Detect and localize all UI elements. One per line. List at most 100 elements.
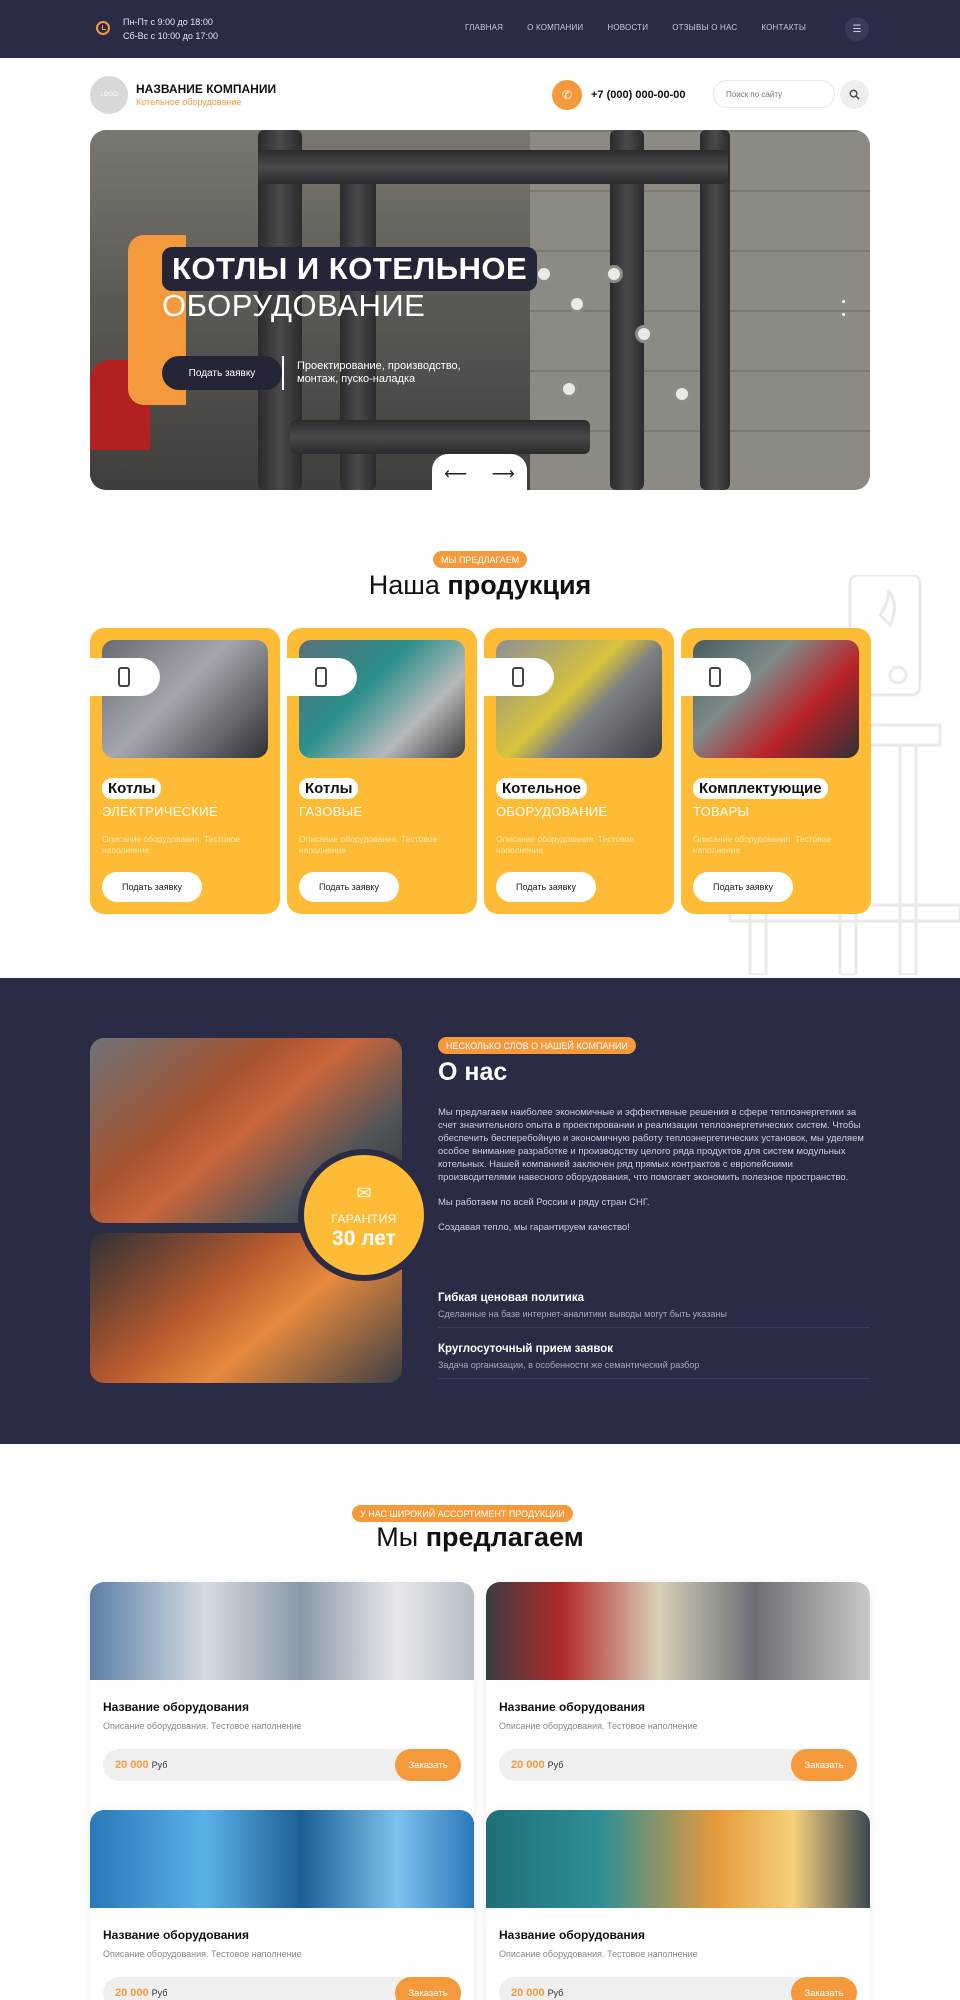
card-request-button[interactable]: Подать заявку (693, 872, 793, 902)
search-input[interactable] (713, 80, 835, 108)
price-currency: Руб (151, 1988, 168, 1998)
main-nav: ГЛАВНАЯ О КОМПАНИИ НОВОСТИ ОТЗЫВЫ О НАС … (465, 23, 830, 32)
feature-title: Круглосуточный прием заявок (438, 1343, 614, 1355)
water-heater-icon (90, 658, 160, 696)
offer-price: 20 000 Руб (115, 1759, 167, 1771)
about-text: Мы предлагаем наиболее экономичные и эфф… (438, 1106, 870, 1246)
order-button[interactable]: Заказать (791, 1749, 857, 1781)
price-currency: Руб (547, 1988, 564, 1998)
about-paragraph: Мы работаем по всей России и ряду стран … (438, 1197, 650, 1208)
gauge-icon (560, 380, 578, 398)
products-title-light: Наша (368, 570, 448, 600)
price-value: 20 000 (511, 1987, 545, 1999)
hero-pipe (258, 150, 728, 184)
products-badge: МЫ ПРЕДЛАГАЕМ (433, 551, 528, 568)
offer-title: Название оборудования (103, 1928, 250, 1942)
offer-card[interactable]: Название оборудования Описание оборудова… (486, 1582, 870, 1822)
phone-number[interactable]: +7 (000) 000-00-00 (591, 89, 685, 101)
product-card[interactable]: Котлы ЭЛЕКТРИЧЕСКИЕ Описание оборудовани… (90, 628, 280, 914)
about-title: О нас (438, 1058, 508, 1086)
product-card[interactable]: Котлы ГАЗОВЫЕ Описание оборудования. Тес… (287, 628, 477, 914)
card-description: Описание оборудования. Тестовое наполнен… (299, 834, 438, 855)
offers-title: Мы предлагаем (0, 1522, 960, 1553)
about-paragraph: Создавая тепло, мы гарантируем качество! (438, 1222, 630, 1233)
hero-title-line1: КОТЛЫ И КОТЕЛЬНОЕ (162, 247, 538, 291)
offer-title: Название оборудования (499, 1700, 646, 1714)
about-paragraph: Мы предлагаем наиболее экономичные и эфф… (438, 1107, 864, 1183)
offer-price: 20 000 Руб (511, 1987, 563, 1999)
offers-title-bold: предлагаем (425, 1522, 584, 1552)
card-subtitle: ОБОРУДОВАНИЕ (496, 804, 608, 819)
phone-icon[interactable]: ✆ (552, 80, 582, 110)
hero-title-line2: ОБОРУДОВАНИЕ (162, 288, 426, 323)
offer-image (486, 1582, 870, 1680)
hero-request-button[interactable]: Подать заявку (162, 356, 282, 390)
order-button[interactable]: Заказать (791, 1977, 857, 2000)
menu-button[interactable]: ☰ (845, 17, 869, 41)
offer-description: Описание оборудования. Тестовое наполнен… (103, 1721, 302, 1731)
nav-item-news[interactable]: НОВОСТИ (607, 23, 648, 32)
guarantee-label: ГАРАНТИЯ (331, 1212, 397, 1226)
clock-icon (96, 21, 110, 35)
search-icon (849, 89, 860, 100)
gauge-icon (568, 295, 586, 313)
offers-title-light: Мы (376, 1522, 426, 1552)
nav-item-reviews[interactable]: ОТЗЫВЫ О НАС (672, 23, 737, 32)
hero-divider (282, 356, 284, 390)
offer-description: Описание оборудования. Тестовое наполнен… (103, 1949, 302, 1959)
hours-weekend: Сб-Вс с 10:00 до 17:00 (123, 31, 218, 41)
about-badge: НЕСКОЛЬКО СЛОВ О НАШЕЙ КОМПАНИИ (438, 1037, 636, 1054)
hero-subtitle: Проектирование, производство, монтаж, пу… (297, 360, 461, 385)
product-card[interactable]: Котельное ОБОРУДОВАНИЕ Описание оборудов… (484, 628, 674, 914)
card-description: Описание оборудования. Тестовое наполнен… (693, 834, 832, 855)
top-bar: Пн-Пт с 9:00 до 18:00 Сб-Вс с 10:00 до 1… (0, 0, 960, 58)
feature-item: Круглосуточный прием заявок Задача орган… (438, 1343, 870, 1379)
card-subtitle: ЭЛЕКТРИЧЕСКИЕ (102, 804, 218, 819)
offer-image (486, 1810, 870, 1908)
gas-boiler-icon (287, 658, 357, 696)
arrow-right-icon[interactable]: ⟶ (492, 464, 515, 484)
gauge-icon (535, 265, 553, 283)
offer-title: Название оборудования (499, 1928, 646, 1942)
card-title: Комплектующие (693, 778, 828, 799)
slider-nav: ⟵ ⟶ (432, 454, 527, 490)
feature-item: Гибкая ценовая политика Сделанные на баз… (438, 1292, 870, 1328)
price-bar: 20 000 Руб Заказать (103, 1977, 461, 2000)
price-currency: Руб (151, 1760, 168, 1770)
price-value: 20 000 (115, 1759, 149, 1771)
offer-description: Описание оборудования. Тестовое наполнен… (499, 1949, 698, 1959)
hero-pagination[interactable] (842, 300, 845, 326)
nav-item-about[interactable]: О КОМПАНИИ (527, 23, 583, 32)
card-request-button[interactable]: Подать заявку (496, 872, 596, 902)
price-bar: 20 000 Руб Заказать (499, 1749, 857, 1781)
nav-item-contacts[interactable]: КОНТАКТЫ (761, 23, 806, 32)
card-request-button[interactable]: Подать заявку (102, 872, 202, 902)
hamburger-icon: ☰ (852, 23, 862, 35)
card-title: Котлы (299, 778, 359, 799)
feature-title: Гибкая ценовая политика (438, 1292, 585, 1304)
offer-card[interactable]: Название оборудования Описание оборудова… (90, 1582, 474, 1822)
offer-card[interactable]: Название оборудования Описание оборудова… (90, 1810, 474, 2000)
valves-icon (681, 658, 751, 696)
company-name: НАЗВАНИЕ КОМПАНИИ (136, 82, 277, 96)
certificate-icon: ✉ (356, 1183, 372, 1203)
nav-item-home[interactable]: ГЛАВНАЯ (465, 23, 503, 32)
card-subtitle: ТОВАРЫ (693, 804, 750, 819)
order-button[interactable]: Заказать (395, 1977, 461, 2000)
hero-pipe (610, 130, 644, 490)
offer-image (90, 1582, 474, 1680)
search-button[interactable] (840, 80, 869, 109)
feature-description: Сделанные на базе интернет-аналитики выв… (438, 1309, 727, 1319)
product-card[interactable]: Комплектующие ТОВАРЫ Описание оборудован… (681, 628, 871, 914)
arrow-left-icon[interactable]: ⟵ (444, 464, 467, 484)
offer-price: 20 000 Руб (115, 1987, 167, 1999)
products-title-bold: продукция (447, 570, 592, 600)
card-request-button[interactable]: Подать заявку (299, 872, 399, 902)
card-title: Котельное (496, 778, 587, 799)
hero-slider: КОТЛЫ И КОТЕЛЬНОЕ ОБОРУДОВАНИЕ Подать за… (90, 130, 870, 490)
price-bar: 20 000 Руб Заказать (103, 1749, 461, 1781)
order-button[interactable]: Заказать (395, 1749, 461, 1781)
logo[interactable]: LOGO (90, 76, 128, 114)
working-hours: Пн-Пт с 9:00 до 18:00 Сб-Вс с 10:00 до 1… (123, 15, 218, 43)
offer-card[interactable]: Название оборудования Описание оборудова… (486, 1810, 870, 2000)
